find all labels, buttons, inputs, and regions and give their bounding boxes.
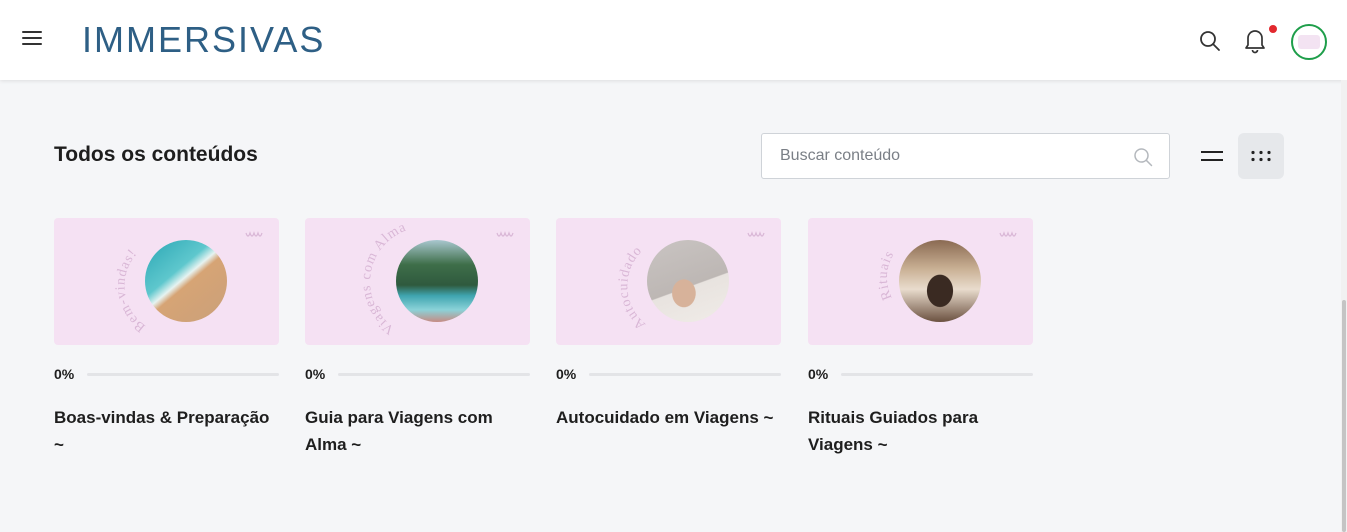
content-card[interactable]: Rituais 0% Rituais Guiados para Viagens … xyxy=(808,218,1033,468)
content-card[interactable]: Viagens com Alma 0% Guia para Viagens co… xyxy=(305,218,530,468)
avatar[interactable] xyxy=(1291,24,1327,60)
bell-icon[interactable] xyxy=(1242,26,1268,54)
squiggle-icon xyxy=(496,231,514,237)
menu-icon[interactable] xyxy=(20,28,44,50)
search-field[interactable] xyxy=(761,133,1170,179)
card-title[interactable]: Guia para Viagens com Alma ~ xyxy=(305,404,530,458)
squiggle-icon xyxy=(747,231,765,237)
progress-label: 0% xyxy=(305,366,326,382)
card-thumbnail[interactable]: Autocuidado xyxy=(556,218,781,345)
svg-text:Autocuidado: Autocuidado xyxy=(616,243,648,332)
card-title[interactable]: Autocuidado em Viagens ~ xyxy=(556,404,781,431)
card-photo-ritual xyxy=(899,240,981,322)
search-input[interactable] xyxy=(762,134,1169,178)
squiggle-icon xyxy=(999,231,1017,237)
search-icon[interactable] xyxy=(1133,147,1153,167)
card-photo-hand xyxy=(647,240,729,322)
page-title: Todos os conteúdos xyxy=(54,143,258,166)
scrollbar-thumb[interactable] xyxy=(1342,300,1346,532)
list-view-button[interactable] xyxy=(1190,133,1234,179)
svg-text:Bem-vindas!: Bem-vindas! xyxy=(113,246,148,335)
progress-bar xyxy=(841,373,1033,376)
grid-view-icon xyxy=(1251,150,1271,162)
avatar-image xyxy=(1298,35,1320,49)
card-title[interactable]: Boas-vindas & Preparação ~ xyxy=(54,404,279,458)
progress-bar xyxy=(87,373,279,376)
card-thumbnail[interactable]: Rituais xyxy=(808,218,1033,345)
card-photo-mountains xyxy=(396,240,478,322)
card-thumbnail[interactable]: Bem-vindas! xyxy=(54,218,279,345)
card-title[interactable]: Rituais Guiados para Viagens ~ xyxy=(808,404,1033,458)
progress-label: 0% xyxy=(556,366,577,382)
immersivas-logo[interactable]: IMMERSIVAS xyxy=(82,20,336,60)
search-icon[interactable] xyxy=(1198,29,1222,53)
top-bar: IMMERSIVAS xyxy=(0,0,1347,80)
card-photo-beach xyxy=(145,240,227,322)
progress-label: 0% xyxy=(808,366,829,382)
svg-text:Rituais: Rituais xyxy=(876,248,898,302)
grid-view-button[interactable] xyxy=(1238,133,1284,179)
card-thumbnail[interactable]: Viagens com Alma xyxy=(305,218,530,345)
squiggle-icon xyxy=(245,231,263,237)
progress-bar xyxy=(589,373,781,376)
notification-dot xyxy=(1269,25,1277,33)
content-card[interactable]: Autocuidado 0% Autocuidado em Viagens ~ xyxy=(556,218,781,468)
progress-bar xyxy=(338,373,530,376)
list-view-icon xyxy=(1201,151,1223,161)
progress-label: 0% xyxy=(54,366,75,382)
content-card[interactable]: Bem-vindas! 0% Boas-vindas & Preparação … xyxy=(54,218,279,468)
svg-text:IMMERSIVAS: IMMERSIVAS xyxy=(82,20,325,60)
